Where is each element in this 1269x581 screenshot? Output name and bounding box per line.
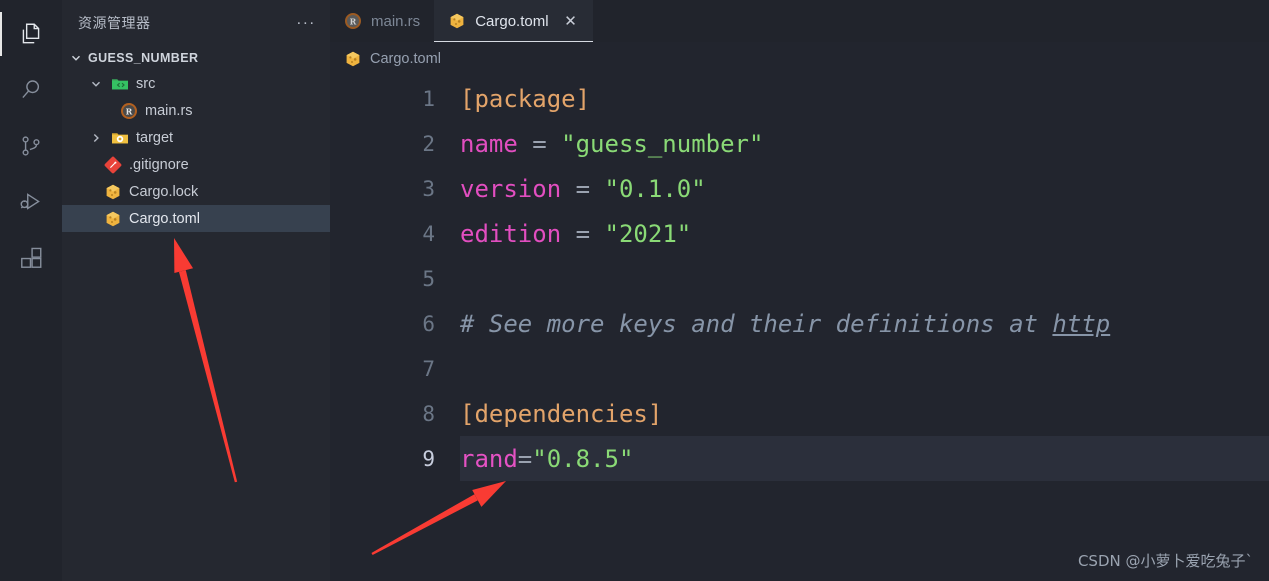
folder-src-icon (111, 75, 129, 93)
code-token: [dependencies] (460, 399, 663, 428)
editor-area: R main.rs Cargo.toml ✕ Cargo.toml 1 [pac… (330, 0, 1269, 581)
source-control-icon (18, 133, 44, 159)
tree-item-cargo-lock[interactable]: Cargo.lock (62, 178, 330, 205)
line-number: 1 (422, 86, 435, 111)
breadcrumb: Cargo.toml (330, 42, 1269, 76)
line-number: 6 (422, 311, 435, 336)
code-token: edition (460, 219, 562, 248)
close-icon[interactable]: ✕ (563, 12, 579, 30)
code-line[interactable]: 5 (330, 256, 1269, 301)
code-token: "guess_number" (561, 129, 764, 158)
code-token: = (561, 219, 605, 248)
line-number: 5 (422, 266, 435, 291)
chevron-down-icon (68, 52, 84, 64)
code-token[interactable]: http (1052, 310, 1110, 338)
activity-item-run-and-debug[interactable] (0, 174, 62, 230)
git-file-icon (104, 156, 122, 174)
code-token: "0.8.5" (532, 444, 634, 473)
explorer-header: 资源管理器 ... (62, 0, 330, 46)
cargo-file-icon (448, 12, 466, 30)
tree-item-label: Cargo.toml (129, 210, 200, 227)
line-number: 7 (422, 356, 435, 381)
code-token: = (517, 444, 533, 473)
tree-item-gitignore[interactable]: .gitignore (62, 151, 330, 178)
chevron-down-icon (88, 78, 104, 90)
cargo-file-icon (104, 183, 122, 201)
folder-target-icon (111, 129, 129, 147)
code-line[interactable]: 1 [package] (330, 76, 1269, 121)
code-line[interactable]: 2 name = "guess_number" (330, 121, 1269, 166)
tab-main-rs[interactable]: R main.rs (330, 0, 435, 42)
files-icon (18, 21, 44, 47)
code-token: version (460, 174, 562, 203)
line-number: 3 (422, 176, 435, 201)
tree-item-label: .gitignore (129, 156, 189, 173)
code-token: name (460, 129, 518, 158)
tab-label: main.rs (371, 12, 421, 30)
explorer-more-actions-button[interactable]: ... (297, 12, 316, 31)
code-line[interactable]: 7 (330, 346, 1269, 391)
watermark-text: CSDN @小萝卜爱吃兔子` (1077, 552, 1253, 570)
code-line-text: rand="0.8.5" (460, 445, 633, 473)
extensions-icon (18, 245, 44, 271)
svg-text:R: R (126, 106, 133, 116)
code-token: = (561, 174, 605, 203)
run-and-debug-icon (18, 189, 44, 215)
code-token: = (517, 129, 562, 158)
line-number: 8 (422, 401, 435, 426)
search-icon (18, 77, 44, 103)
chevron-right-icon (88, 132, 104, 144)
line-number: 2 (422, 131, 435, 156)
code-line-text: [package] (460, 85, 590, 113)
file-tree: GUESS_NUMBER src R main.rs target .gitig… (62, 46, 330, 581)
code-line[interactable]: 6 # See more keys and their definitions a… (330, 301, 1269, 346)
line-number: 4 (422, 221, 435, 246)
activity-item-explorer[interactable] (0, 6, 62, 62)
rust-file-icon: R (120, 102, 138, 120)
cargo-file-icon (344, 50, 362, 68)
tab-label: Cargo.toml (475, 12, 549, 30)
tree-item-main-rs[interactable]: R main.rs (62, 97, 330, 124)
tree-item-label: src (136, 75, 156, 92)
code-line[interactable]: 3 version = "0.1.0" (330, 166, 1269, 211)
code-token: "2021" (604, 219, 692, 248)
code-token: rand (460, 444, 518, 473)
code-line-text: edition = "2021" (460, 220, 691, 248)
tree-item-cargo-toml[interactable]: Cargo.toml (62, 205, 330, 232)
explorer-title: 资源管理器 (78, 15, 151, 31)
root-folder-label: GUESS_NUMBER (88, 51, 199, 65)
activity-bar (0, 0, 62, 581)
explorer-sidebar: 资源管理器 ... GUESS_NUMBER src R main.rs tar… (62, 0, 330, 581)
code-line[interactable]: 8 [dependencies] (330, 391, 1269, 436)
tree-item-src[interactable]: src (62, 70, 330, 97)
tree-item-target[interactable]: target (62, 124, 330, 151)
cargo-file-icon (104, 210, 122, 228)
code-line-text: [dependencies] (460, 400, 662, 428)
tree-root-folder[interactable]: GUESS_NUMBER (62, 46, 330, 70)
code-line-text: version = "0.1.0" (460, 175, 706, 203)
activity-item-search[interactable] (0, 62, 62, 118)
activity-item-extensions[interactable] (0, 230, 62, 286)
tab-cargo-toml[interactable]: Cargo.toml ✕ (434, 0, 593, 42)
rust-file-icon: R (344, 12, 362, 30)
code-line[interactable]: 4 edition = "2021" (330, 211, 1269, 256)
code-line-text: # See more keys and their definitions at… (460, 310, 1110, 338)
breadcrumb-label: Cargo.toml (370, 51, 441, 67)
line-number: 9 (422, 446, 435, 471)
code-line-text: name = "guess_number" (460, 130, 763, 158)
tab-bar: R main.rs Cargo.toml ✕ (330, 0, 1269, 42)
code-token: "0.1.0" (604, 174, 706, 203)
code-token: # See more keys and their definitions at (460, 309, 1053, 338)
svg-text:R: R (350, 17, 357, 27)
tree-item-label: target (136, 129, 174, 146)
vscode-window: 资源管理器 ... GUESS_NUMBER src R main.rs tar… (0, 0, 1269, 581)
code-line[interactable]: 9 rand="0.8.5" (330, 436, 1269, 481)
tree-item-label: Cargo.lock (129, 183, 199, 200)
code-editor[interactable]: 1 [package] 2 name = "guess_number" 3 version… (330, 76, 1269, 581)
tree-item-label: main.rs (145, 102, 193, 119)
activity-item-source-control[interactable] (0, 118, 62, 174)
code-token: [package] (460, 84, 591, 113)
